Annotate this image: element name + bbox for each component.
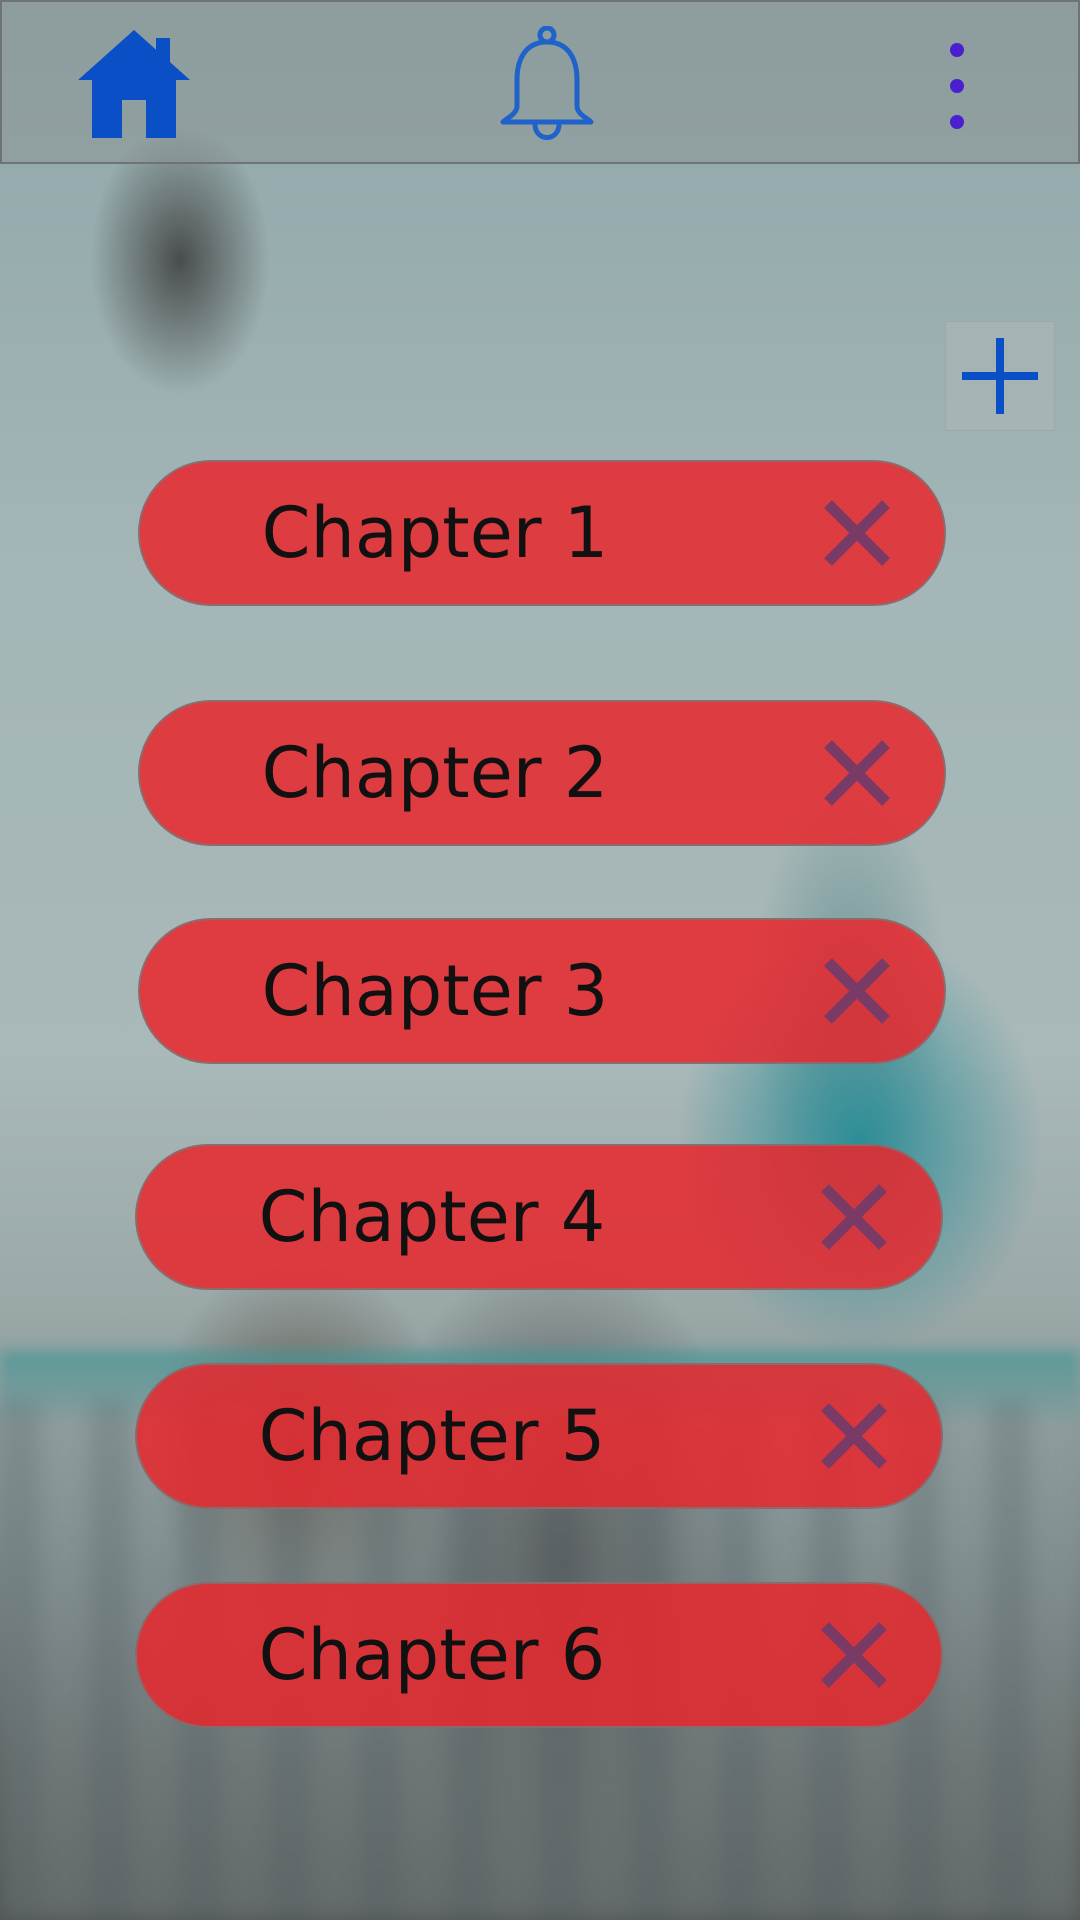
close-icon[interactable] (814, 490, 900, 576)
close-icon[interactable] (811, 1174, 897, 1260)
chapter-item[interactable]: Chapter 2 (138, 700, 946, 846)
chapter-label: Chapter 3 (261, 950, 609, 1032)
chapter-item[interactable]: Chapter 4 (135, 1144, 943, 1290)
chapter-label: Chapter 5 (258, 1395, 606, 1477)
chapter-label: Chapter 6 (258, 1614, 606, 1696)
chapter-label: Chapter 2 (261, 732, 609, 814)
chapter-item[interactable]: Chapter 3 (138, 918, 946, 1064)
chapter-label: Chapter 4 (258, 1176, 606, 1258)
chapter-item[interactable]: Chapter 5 (135, 1363, 943, 1509)
chapter-item[interactable]: Chapter 6 (135, 1582, 943, 1728)
close-icon[interactable] (811, 1393, 897, 1479)
close-icon[interactable] (814, 730, 900, 816)
chapter-item[interactable]: Chapter 1 (138, 460, 946, 606)
chapter-label: Chapter 1 (261, 492, 609, 574)
chapter-list: Chapter 1 Chapter 2 Chapter 3 Chapter 4 … (0, 0, 1080, 1920)
close-icon[interactable] (811, 1612, 897, 1698)
close-icon[interactable] (814, 948, 900, 1034)
